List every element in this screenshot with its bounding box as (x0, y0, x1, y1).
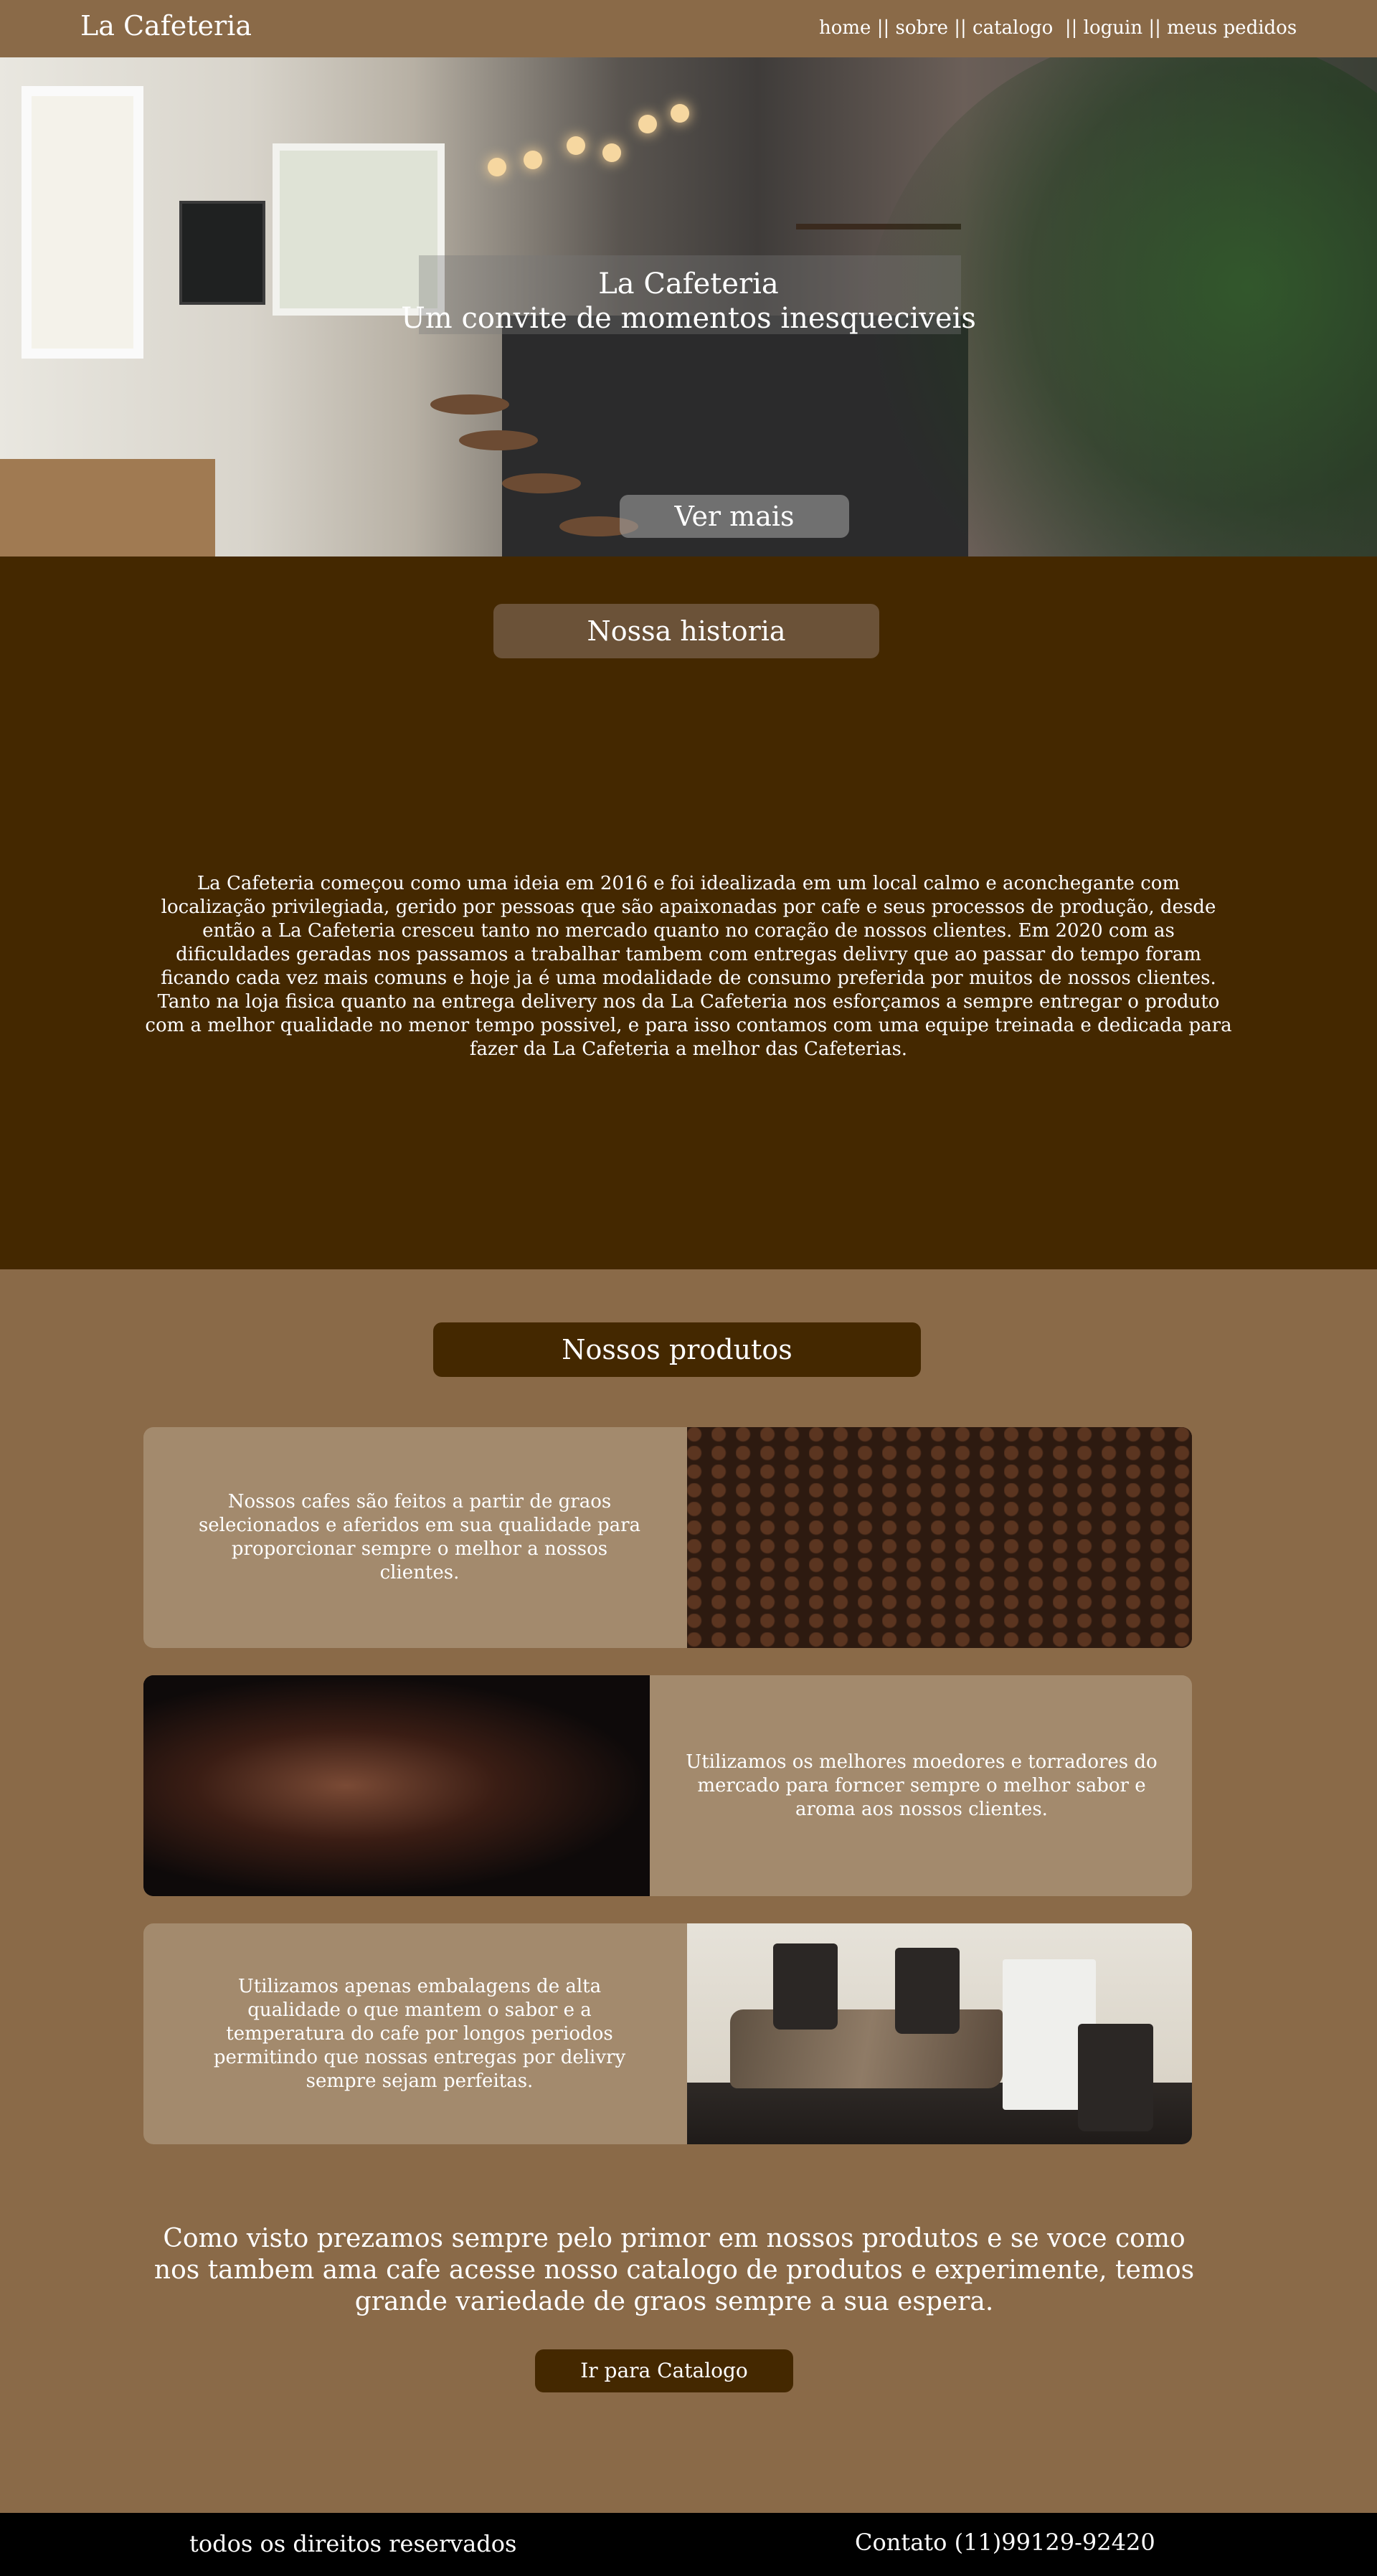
history-heading: Nossa historia (493, 604, 879, 658)
nav-separator: || (954, 17, 967, 39)
history-paragraph: La Cafeteria começou como uma ideia em 2… (145, 873, 1232, 1060)
nav-link-meus-pedidos[interactable]: meus pedidos (1167, 17, 1297, 39)
nav-separator: || (1148, 17, 1161, 39)
catalog-button[interactable]: Ir para Catalogo (535, 2349, 793, 2392)
history-section: Nossa historia La Cafeteria começou como… (0, 557, 1377, 1269)
footer-rights: todos os direitos reservados (189, 2530, 517, 2557)
hero-title: La Cafeteria (598, 267, 779, 300)
ver-mais-button[interactable]: Ver mais (620, 495, 849, 538)
nav-link-catalogo[interactable]: catalogo (973, 17, 1053, 39)
hero-photo-stool (459, 430, 538, 450)
espresso-machine-image (143, 1675, 650, 1896)
products-heading: Nossos produtos (433, 1322, 921, 1377)
coffee-beans-image (687, 1427, 1192, 1648)
footer-contact: Contato (11)99129-92420 (855, 2529, 1155, 2556)
hero-banner: La Cafeteria Um convite de momentos ines… (0, 57, 1377, 557)
hero-photo-lamp (488, 158, 506, 176)
brand-logo-text[interactable]: La Cafeteria (80, 10, 252, 42)
products-section: Nossos produtos Nossos cafes são feitos … (0, 1269, 1377, 2513)
nav-separator: || (1064, 17, 1078, 39)
hero-photo-lamp (524, 151, 542, 169)
product-card-text: Utilizamos os melhores moedores e torrad… (686, 1751, 1158, 1820)
packaging-photo-cup (773, 1943, 838, 2030)
nav-link-home[interactable]: home (819, 17, 871, 39)
product-card-text: Nossos cafes são feitos a partir de grao… (198, 1491, 641, 1583)
product-card-text: Utilizamos apenas embalagens de alta qua… (213, 1975, 626, 2092)
packaging-photo-rock (730, 2009, 1003, 2088)
hero-photo-lamp (638, 115, 657, 133)
hero-photo-lamp (602, 143, 621, 162)
product-card-beans: Nossos cafes são feitos a partir de grao… (143, 1427, 1192, 1648)
hero-subtitle: Um convite de momentos inesqueciveis (401, 302, 976, 335)
nav-link-loguin[interactable]: loguin (1084, 17, 1142, 39)
hero-photo-table (0, 459, 215, 557)
product-card-grinder: Utilizamos os melhores moedores e torrad… (143, 1675, 1192, 1896)
hero-photo-stool (430, 394, 509, 415)
page-footer: todos os direitos reservados Contato (11… (0, 2513, 1377, 2576)
main-nav: home || sobre || catalogo || loguin || m… (819, 17, 1297, 39)
packaging-photo-cup (895, 1948, 960, 2034)
hero-photo-lamp (567, 136, 585, 155)
nav-link-sobre[interactable]: sobre (896, 17, 948, 39)
product-card-packaging: Utilizamos apenas embalagens de alta qua… (143, 1923, 1192, 2144)
top-navbar: La Cafeteria home || sobre || catalogo |… (0, 0, 1377, 57)
packaging-photo-cup (1078, 2024, 1153, 2131)
hero-photo-lamp (671, 104, 689, 123)
coffee-packaging-image (687, 1923, 1192, 2144)
hero-photo-stool (502, 473, 581, 493)
closing-paragraph: Como visto prezamos sempre pelo primor e… (153, 2224, 1195, 2316)
nav-separator: || (876, 17, 890, 39)
